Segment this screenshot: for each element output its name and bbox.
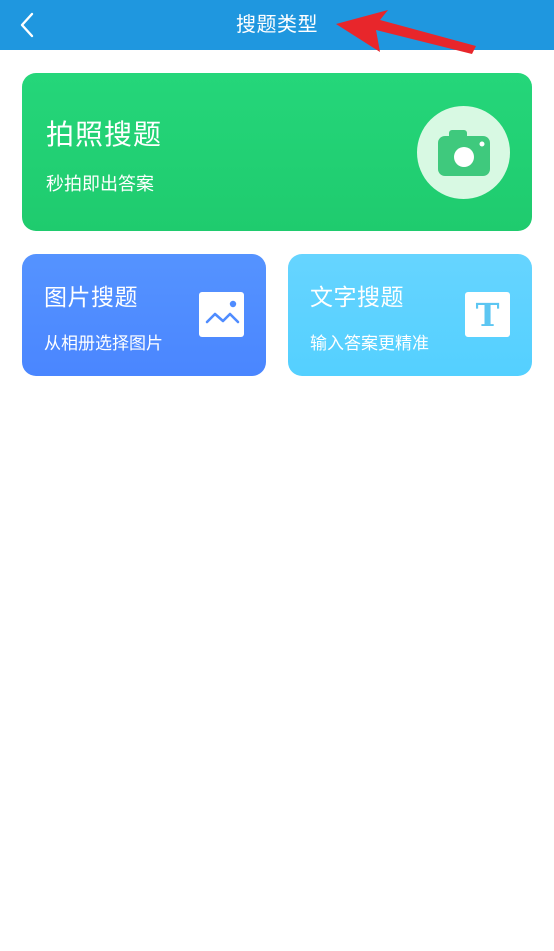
text-search-title: 文字搜题 (310, 285, 404, 311)
camera-badge (417, 106, 510, 199)
image-icon (205, 300, 239, 323)
image-search-card[interactable]: 图片搜题 从相册选择图片 (22, 254, 266, 376)
photo-search-subtitle: 秒拍即出答案 (46, 174, 154, 195)
image-icon-tile (199, 292, 244, 337)
camera-icon (437, 129, 490, 176)
text-t-icon: T (475, 295, 500, 334)
photo-search-card[interactable]: 拍照搜题 秒拍即出答案 (22, 73, 532, 231)
image-search-title: 图片搜题 (44, 285, 138, 311)
image-search-subtitle: 从相册选择图片 (44, 334, 163, 354)
text-search-subtitle: 输入答案更精准 (310, 334, 429, 354)
text-icon-tile: T (465, 292, 510, 337)
photo-search-title: 拍照搜题 (46, 118, 163, 151)
search-type-page: 搜题类型 拍照搜题 秒拍即出答案 图片搜题 从相册选择图片 文字搜题 输入答案更… (0, 0, 554, 951)
text-search-card[interactable]: 文字搜题 输入答案更精准 T (288, 254, 532, 376)
red-arrow-annotation (336, 10, 476, 54)
